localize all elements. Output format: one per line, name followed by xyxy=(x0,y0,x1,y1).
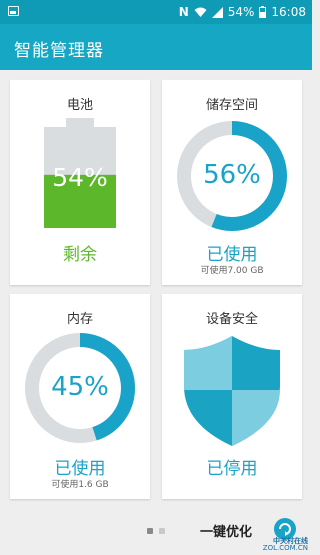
watermark-line2: ZOL.COM.CN xyxy=(262,544,308,553)
shield-icon xyxy=(184,336,280,446)
memory-card[interactable]: 内存 45% 已使用 可使用1.6 GB xyxy=(10,294,150,499)
storage-card[interactable]: 储存空间 56% 已使用 可使用7.00 GB xyxy=(162,80,302,285)
memory-status-text: 已使用 xyxy=(54,459,106,479)
status-icons: N 54% 16:08 xyxy=(179,3,306,21)
storage-available-text: 可使用7.00 GB xyxy=(200,266,264,276)
battery-card-title: 电池 xyxy=(66,98,93,113)
signal-icon xyxy=(211,6,223,18)
status-bar: N 54% 16:08 xyxy=(0,0,312,24)
nfc-icon: N xyxy=(178,5,189,19)
wifi-icon xyxy=(194,7,207,17)
security-card-title: 设备安全 xyxy=(205,312,258,327)
page-indicator-dot-active xyxy=(147,528,153,534)
app-bar: 智能管理器 xyxy=(0,24,312,70)
storage-status-text: 已使用 xyxy=(206,245,258,265)
security-card[interactable]: 设备安全 已停用 xyxy=(162,294,302,499)
battery-status-text: 剩余 xyxy=(63,245,97,265)
battery-percent-text: 54% xyxy=(227,5,255,19)
memory-available-text: 可使用1.6 GB xyxy=(51,480,109,490)
battery-card[interactable]: 电池 54% 剩余 xyxy=(10,80,150,285)
zol-watermark-logo: 中关村在线 ZOL.COM.CN xyxy=(262,537,308,553)
storage-percent-value: 56% xyxy=(203,160,261,190)
memory-percent-value: 45% xyxy=(51,372,109,402)
app-title: 智能管理器 xyxy=(14,41,104,61)
page-indicator-dot xyxy=(159,528,165,534)
battery-percent-value: 54% xyxy=(52,163,108,192)
clock-text: 16:08 xyxy=(271,5,306,19)
image-notification-icon xyxy=(8,6,19,16)
battery-icon xyxy=(259,6,267,18)
optimize-button[interactable]: 一键优化 xyxy=(200,521,252,540)
storage-card-title: 储存空间 xyxy=(205,98,258,113)
security-status-text: 已停用 xyxy=(206,459,258,479)
memory-card-title: 内存 xyxy=(66,312,93,327)
